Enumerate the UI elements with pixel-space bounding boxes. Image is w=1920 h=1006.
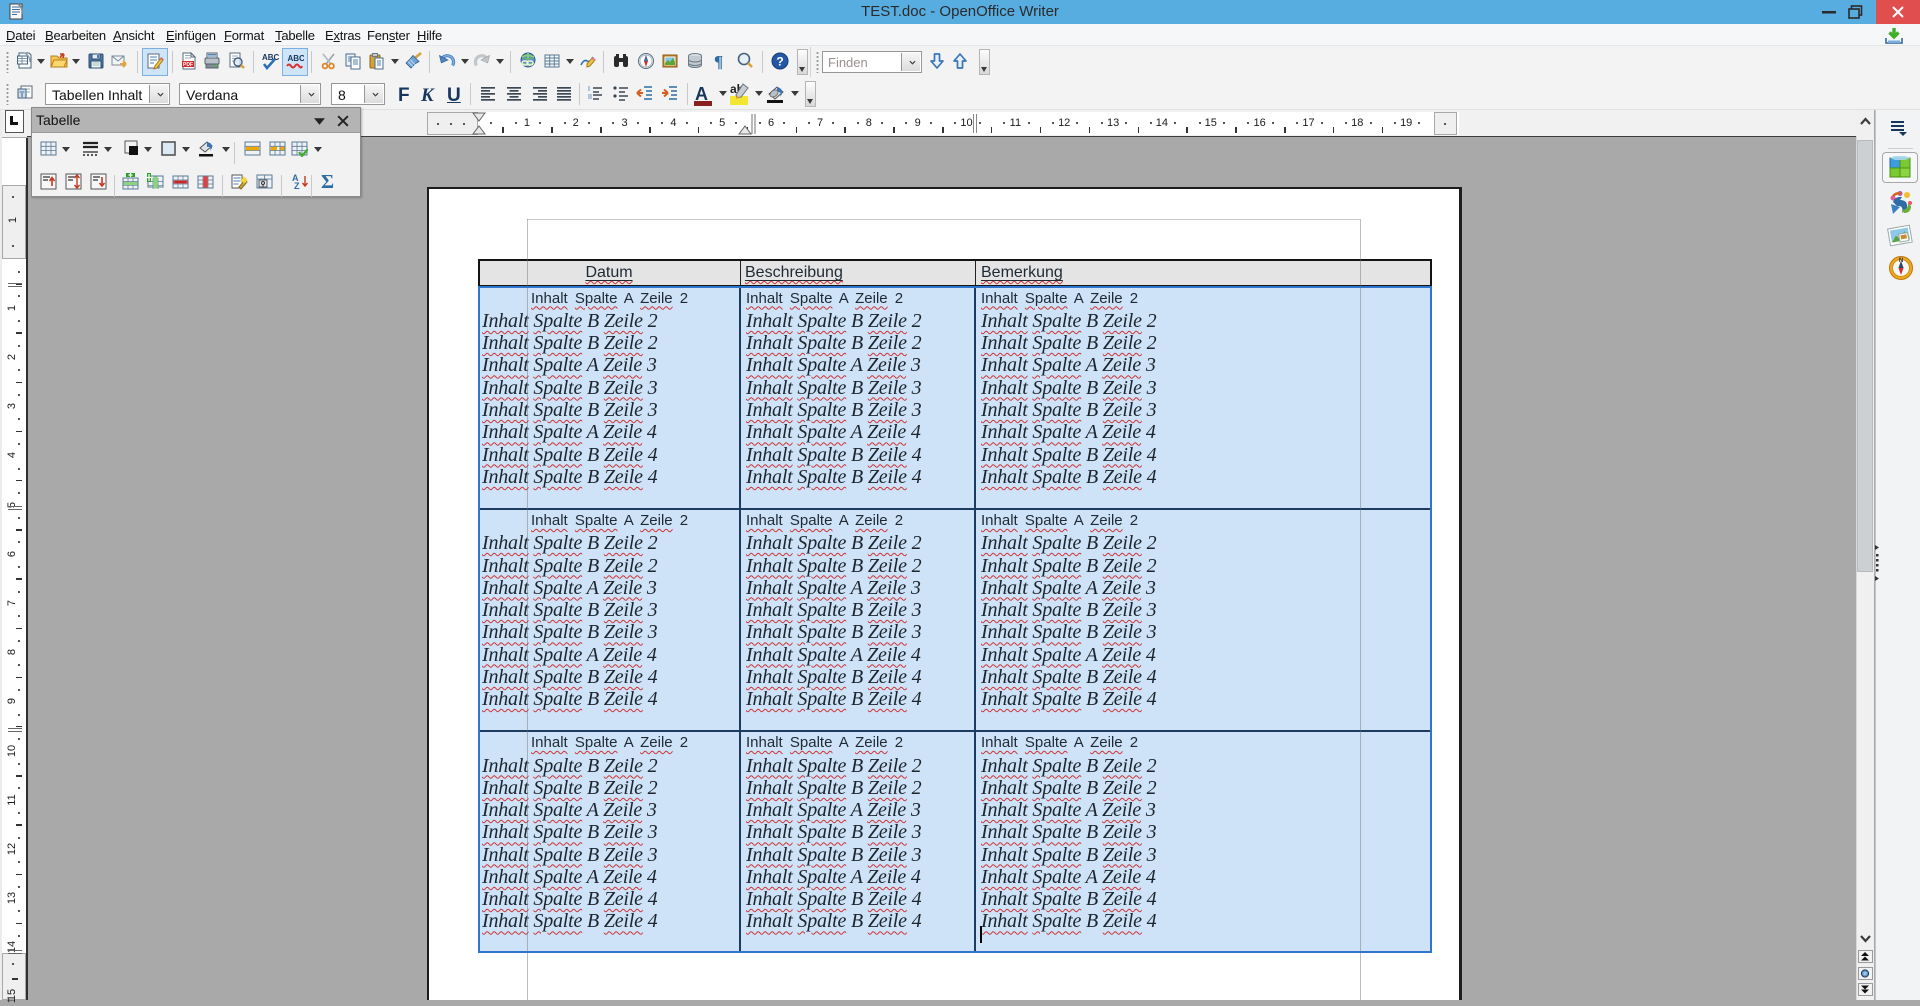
- svg-text:I: I: [588, 86, 590, 93]
- svg-text:¶: ¶: [714, 52, 723, 70]
- svg-text:ABC: ABC: [262, 53, 279, 62]
- svg-text:II: II: [588, 94, 592, 101]
- svg-text:ABC: ABC: [288, 54, 305, 63]
- svg-text:Z: Z: [294, 181, 300, 190]
- svg-text:?: ?: [776, 55, 783, 69]
- svg-text:PDF: PDF: [183, 62, 193, 68]
